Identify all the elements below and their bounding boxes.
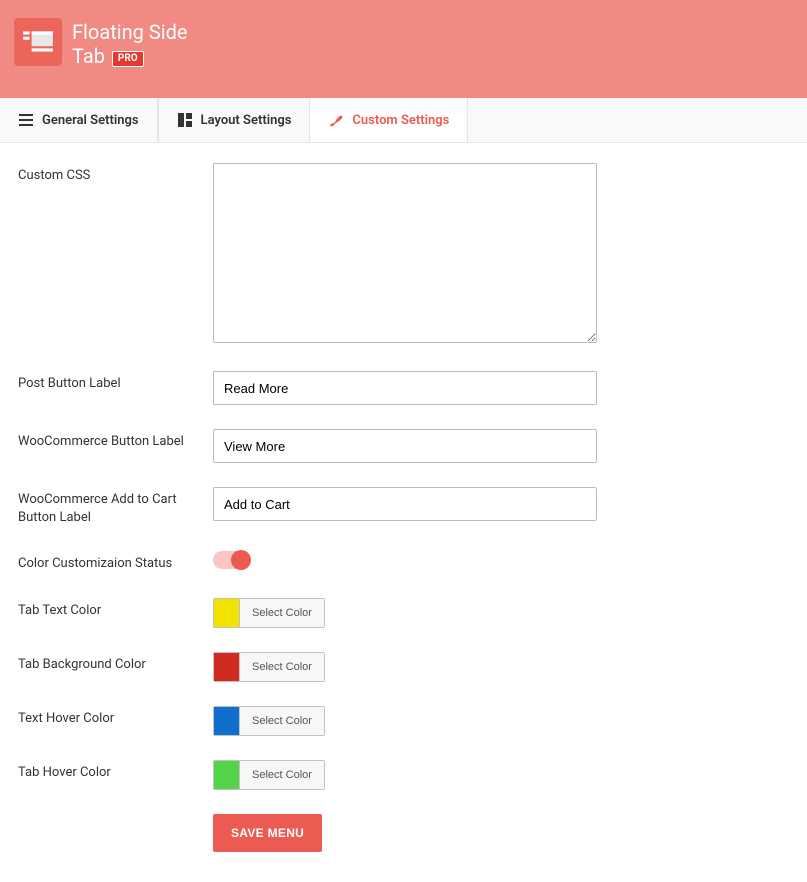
label-tab-hover-color: Tab Hover Color (18, 760, 213, 782)
layout-icon (177, 112, 193, 128)
woo-cart-button-input[interactable] (213, 487, 597, 521)
app-title-line1: Floating Side (72, 20, 187, 44)
tab-layout-settings[interactable]: Layout Settings (158, 98, 311, 142)
text-hover-color-picker[interactable]: Select Color (213, 706, 325, 736)
select-color-button[interactable]: Select Color (240, 599, 324, 627)
row-text-hover-color: Text Hover Color Select Color (18, 706, 789, 736)
tab-label: Layout Settings (201, 113, 292, 128)
select-color-button[interactable]: Select Color (240, 761, 324, 789)
label-woo-button: WooCommerce Button Label (18, 429, 213, 451)
woo-button-input[interactable] (213, 429, 597, 463)
settings-panel: Custom CSS Post Button Label WooCommerce… (0, 143, 807, 882)
label-tab-text-color: Tab Text Color (18, 598, 213, 620)
row-tab-text-color: Tab Text Color Select Color (18, 598, 789, 628)
color-swatch (214, 653, 240, 681)
color-swatch (214, 599, 240, 627)
label-woo-cart-button: WooCommerce Add to Cart Button Label (18, 487, 213, 527)
row-woo-button-label: WooCommerce Button Label (18, 429, 789, 463)
row-color-status: Color Customizaion Status (18, 551, 789, 573)
tab-label: General Settings (42, 113, 139, 128)
color-swatch (214, 761, 240, 789)
tab-bar: General Settings Layout Settings Custom … (0, 98, 807, 143)
tab-text-color-picker[interactable]: Select Color (213, 598, 325, 628)
tab-label: Custom Settings (352, 113, 449, 128)
app-logo-icon (14, 18, 62, 66)
label-text-hover-color: Text Hover Color (18, 706, 213, 728)
tab-general-settings[interactable]: General Settings (0, 98, 158, 142)
custom-css-textarea[interactable] (213, 163, 597, 343)
row-tab-hover-color: Tab Hover Color Select Color (18, 760, 789, 790)
save-menu-button[interactable]: SAVE MENU (213, 814, 322, 852)
label-custom-css: Custom CSS (18, 163, 213, 185)
row-woo-cart-button-label: WooCommerce Add to Cart Button Label (18, 487, 789, 527)
header-banner: Floating Side Tab PRO (0, 0, 807, 98)
label-post-button: Post Button Label (18, 371, 213, 393)
menu-icon (18, 112, 34, 128)
tab-custom-settings[interactable]: Custom Settings (310, 98, 468, 142)
color-swatch (214, 707, 240, 735)
label-tab-bg-color: Tab Background Color (18, 652, 213, 674)
select-color-button[interactable]: Select Color (240, 653, 324, 681)
app-title: Floating Side Tab PRO (72, 20, 187, 68)
row-custom-css: Custom CSS (18, 163, 789, 347)
row-tab-bg-color: Tab Background Color Select Color (18, 652, 789, 682)
app-title-line2: Tab (72, 44, 105, 68)
tab-bg-color-picker[interactable]: Select Color (213, 652, 325, 682)
select-color-button[interactable]: Select Color (240, 707, 324, 735)
pro-badge: PRO (112, 51, 144, 67)
toggle-knob (231, 550, 251, 570)
color-status-toggle[interactable] (213, 551, 249, 569)
tab-hover-color-picker[interactable]: Select Color (213, 760, 325, 790)
row-post-button-label: Post Button Label (18, 371, 789, 405)
label-color-status: Color Customizaion Status (18, 551, 213, 573)
post-button-input[interactable] (213, 371, 597, 405)
brush-icon (328, 112, 344, 128)
